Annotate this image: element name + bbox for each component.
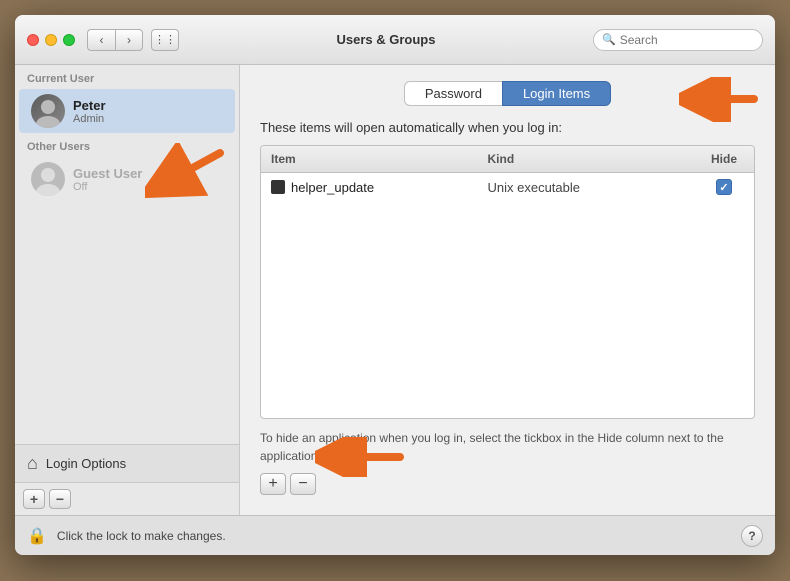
segmented-control: Password Login Items [404,81,611,106]
avatar-guest [31,162,65,196]
sidebar-add-button[interactable]: + [23,489,45,509]
user-role-guest: Off [73,181,142,193]
login-options-item[interactable]: ⌂ Login Options [15,444,239,482]
help-button[interactable]: ? [741,525,763,547]
maximize-button[interactable] [63,34,75,46]
user-item-peter[interactable]: Peter Admin [19,89,235,133]
house-icon: ⌂ [27,453,38,474]
user-info-peter: Peter Admin [73,98,106,125]
titlebar: ‹ › ⋮⋮ Users & Groups 🔍 [15,15,775,65]
bottom-buttons: + − [260,473,755,495]
col-header-item: Item [261,150,478,168]
app-icon [271,180,285,194]
other-users-label: Other Users [15,133,239,157]
login-options-label: Login Options [46,456,126,471]
user-info-guest: Guest User Off [73,166,142,193]
close-button[interactable] [27,34,39,46]
search-box[interactable]: 🔍 [593,29,763,51]
main-panel: Password Login Items These items will op… [240,65,775,515]
footer-text: To hide an application when you log in, … [260,429,755,465]
main-window: ‹ › ⋮⋮ Users & Groups 🔍 Current User [15,15,775,555]
back-button[interactable]: ‹ [87,29,115,51]
tab-password[interactable]: Password [404,81,502,106]
remove-item-button[interactable]: − [290,473,316,495]
sidebar-remove-button[interactable]: − [49,489,71,509]
lock-icon[interactable]: 🔒 [27,526,47,546]
avatar-peter [31,94,65,128]
items-table: Item Kind Hide helper_update Unix execut… [260,145,755,419]
window-title: Users & Groups [187,32,585,47]
lock-label: Click the lock to make changes. [57,529,731,543]
current-user-label: Current User [15,65,239,89]
row-item-label: helper_update [291,180,374,195]
add-item-button[interactable]: + [260,473,286,495]
col-header-kind: Kind [478,150,695,168]
table-row: helper_update Unix executable [261,173,754,201]
forward-button[interactable]: › [115,29,143,51]
table-header: Item Kind Hide [261,146,754,173]
user-item-guest[interactable]: Guest User Off [19,157,235,201]
row-kind-label: Unix executable [478,180,695,195]
hide-checkbox[interactable] [716,179,732,195]
table-body: helper_update Unix executable [261,173,754,418]
grid-button[interactable]: ⋮⋮ [151,29,179,51]
sidebar: Current User Peter Admin Other Users [15,65,240,515]
row-item-name: helper_update [261,180,478,195]
window-bottom-bar: 🔒 Click the lock to make changes. ? [15,515,775,555]
user-name-peter: Peter [73,98,106,113]
minimize-button[interactable] [45,34,57,46]
row-hide-checkbox[interactable] [694,179,754,195]
nav-buttons: ‹ › [87,29,143,51]
user-name-guest: Guest User [73,166,142,181]
search-input[interactable] [620,33,750,47]
user-role-peter: Admin [73,113,106,125]
col-header-hide: Hide [694,150,754,168]
description-text: These items will open automatically when… [260,120,755,135]
traffic-lights [27,34,75,46]
tab-login-items[interactable]: Login Items [502,81,611,106]
sidebar-bottom-bar: + − [15,482,239,515]
content-area: Current User Peter Admin Other Users [15,65,775,515]
search-icon: 🔍 [602,33,616,46]
